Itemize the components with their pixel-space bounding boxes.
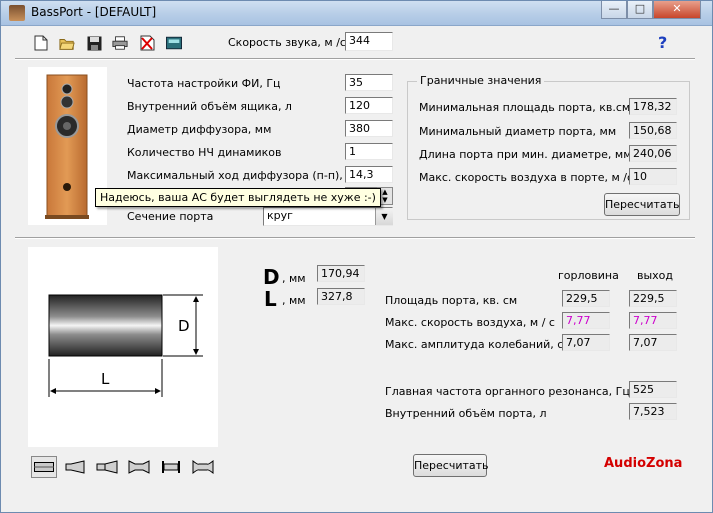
min-area-value: 178,32 (629, 98, 677, 115)
diagram-l-label: L (101, 370, 110, 388)
recalc-port-button[interactable]: Пересчитать (413, 454, 489, 477)
cone-diameter-label: Диаметр диффузора, мм (127, 123, 272, 136)
tuning-freq-input[interactable]: 35 (345, 74, 393, 91)
chevron-down-icon[interactable]: ▼ (375, 208, 393, 225)
col-throat-header: горловина (558, 269, 619, 282)
help-icon[interactable]: ? (658, 33, 667, 52)
port-volume-value: 7,523 (629, 403, 677, 420)
resonance-label: Главная частота органного резонанса, Гц (385, 385, 630, 398)
amplitude-label: Макс. амплитуда колебаний, см (385, 338, 572, 351)
app-window: BassPort - [DEFAULT] — □ ✕ Скорость звук… (0, 0, 713, 513)
tooltip: Надеюсь, ваша АС будет выглядеть не хуже… (95, 188, 381, 207)
max-air-speed-label: Макс. скорость воздуха в порте, м /с (419, 171, 634, 184)
port-section-label: Сечение порта (127, 210, 214, 223)
separator (15, 58, 695, 60)
box-volume-label: Внутренний объём ящика, л (127, 100, 292, 113)
max-air-speed-value: 10 (629, 168, 677, 185)
sound-speed-label: Скорость звука, м /с (228, 36, 346, 49)
air-speed-exit: 7,77 (629, 312, 677, 329)
audiozona-logo: AudioZona (604, 456, 682, 471)
driver-count-label: Количество НЧ динамиков (127, 146, 282, 159)
limits-title: Граничные значения (417, 74, 545, 87)
max-excursion-input[interactable]: 14,3 (345, 166, 393, 183)
air-speed-throat: 7,77 (562, 312, 610, 329)
col-exit-header: выход (637, 269, 674, 282)
amplitude-throat: 7,07 (562, 334, 610, 351)
resonance-value: 525 (629, 381, 677, 398)
close-button[interactable]: ✕ (653, 1, 701, 19)
min-diameter-value: 150,68 (629, 122, 677, 139)
new-file-icon[interactable] (33, 35, 49, 51)
maximize-button[interactable]: □ (627, 1, 653, 19)
logo-part1: Audio (604, 456, 647, 471)
air-speed-label: Макс. скорость воздуха, м / с (385, 316, 555, 329)
sound-speed-input[interactable]: 344 (345, 32, 393, 51)
app-icon (9, 5, 25, 21)
min-area-label: Минимальная площадь порта, кв.см. (419, 101, 634, 114)
calculator-icon[interactable] (166, 35, 182, 51)
driver-count-input[interactable]: 1 (345, 143, 393, 160)
rounded-flare-port-icon[interactable] (190, 456, 216, 478)
port-area-exit: 229,5 (629, 290, 677, 307)
open-folder-icon[interactable] (59, 35, 75, 51)
diagram-d-label: D (178, 317, 190, 335)
d-value: 170,94 (317, 265, 365, 282)
cone-diameter-input[interactable]: 380 (345, 120, 393, 137)
d-letter: D (263, 265, 280, 289)
port-diagram: D L (28, 247, 218, 447)
port-length-label: Длина порта при мин. диаметре, мм (419, 148, 632, 161)
delete-icon[interactable] (139, 35, 155, 51)
straight-port-icon[interactable] (31, 456, 57, 478)
horn-port-icon[interactable] (94, 456, 120, 478)
port-area-label: Площадь порта, кв. см (385, 294, 518, 307)
title-bar[interactable]: BassPort - [DEFAULT] — □ ✕ (1, 1, 712, 26)
minimize-button[interactable]: — (601, 1, 627, 19)
window-title: BassPort - [DEFAULT] (31, 5, 157, 19)
port-length-value: 240,06 (629, 145, 677, 162)
recalc-limits-button[interactable]: Пересчитать (604, 193, 680, 216)
port-section-select[interactable]: круг (263, 207, 393, 226)
l-letter: L (264, 287, 277, 311)
l-unit: , мм (282, 294, 306, 307)
l-value: 327,8 (317, 288, 365, 305)
logo-part2: Zona (646, 456, 683, 471)
double-flared-port-icon[interactable] (126, 456, 152, 478)
separator (15, 237, 695, 239)
flared-port-icon[interactable] (62, 456, 88, 478)
port-volume-label: Внутренний объём порта, л (385, 407, 547, 420)
flanged-port-icon[interactable] (158, 456, 184, 478)
amplitude-exit: 7,07 (629, 334, 677, 351)
box-volume-input[interactable]: 120 (345, 97, 393, 114)
max-excursion-label: Максимальный ход диффузора (п-п), мм (127, 169, 363, 182)
save-disk-icon[interactable] (86, 35, 102, 51)
port-area-throat: 229,5 (562, 290, 610, 307)
d-unit: , мм (282, 272, 306, 285)
min-diameter-label: Минимальный диаметр порта, мм (419, 125, 617, 138)
print-icon[interactable] (112, 35, 128, 51)
tuning-freq-label: Частота настройки ФИ, Гц (127, 77, 281, 90)
